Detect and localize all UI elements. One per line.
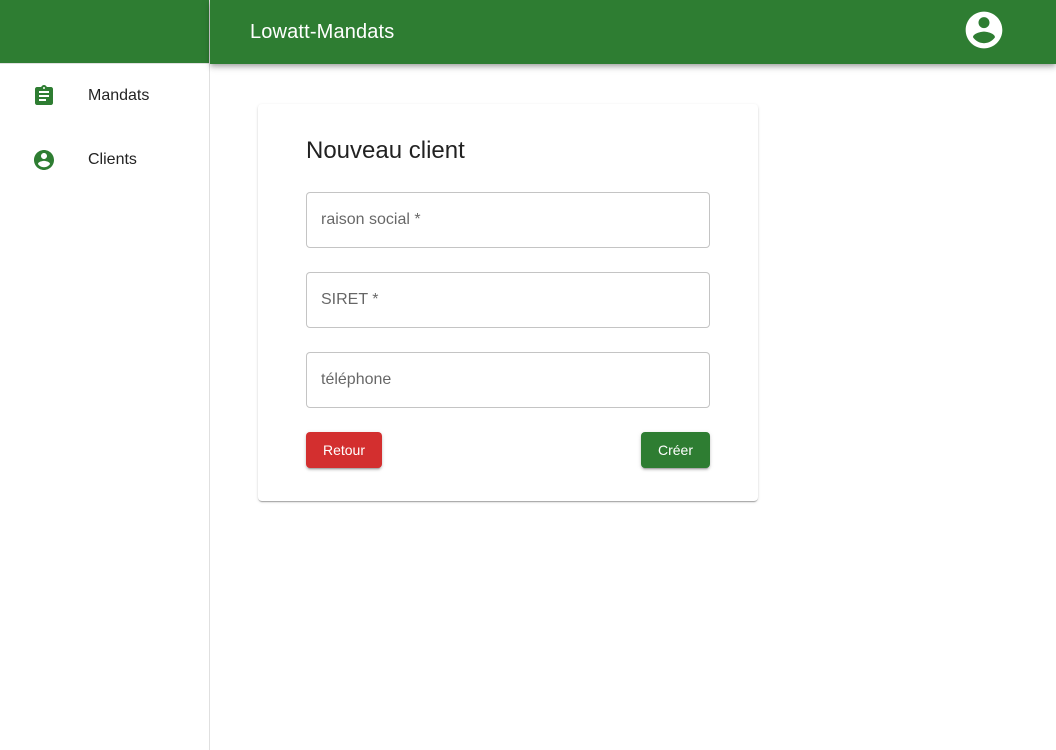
- raison-social-field: [306, 192, 710, 248]
- app-bar: Lowatt-Mandats: [210, 0, 1056, 64]
- new-client-card: Nouveau client Retour Créer: [258, 104, 758, 501]
- account-circle-icon: [962, 8, 1006, 57]
- sidebar-header: [0, 0, 209, 64]
- raison-social-input[interactable]: [307, 193, 709, 247]
- sidebar: Mandats Clients: [0, 0, 210, 750]
- account-button[interactable]: [960, 8, 1008, 56]
- create-button[interactable]: Créer: [641, 432, 710, 468]
- back-button[interactable]: Retour: [306, 432, 382, 468]
- telephone-field: [306, 352, 710, 408]
- assignment-icon: [32, 84, 56, 108]
- account-circle-icon: [32, 148, 56, 172]
- app-title: Lowatt-Mandats: [250, 20, 395, 43]
- sidebar-item-label: Mandats: [88, 87, 150, 104]
- sidebar-item-mandats[interactable]: Mandats: [0, 64, 209, 128]
- siret-input[interactable]: [307, 273, 709, 327]
- form-title: Nouveau client: [306, 137, 465, 164]
- sidebar-item-clients[interactable]: Clients: [0, 128, 209, 192]
- telephone-input[interactable]: [307, 353, 709, 407]
- siret-field: [306, 272, 710, 328]
- sidebar-item-label: Clients: [88, 151, 137, 168]
